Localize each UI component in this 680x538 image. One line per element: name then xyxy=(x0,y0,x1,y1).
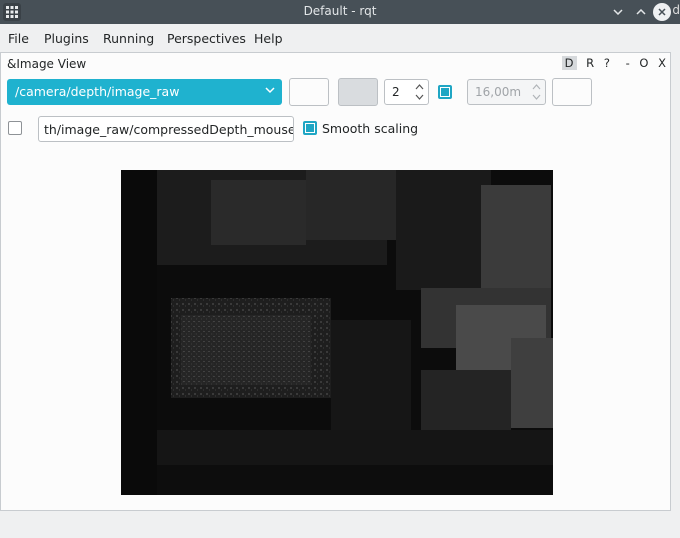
window-titlebar: Default - rqt d xyxy=(0,0,680,24)
dock-title: &Image View xyxy=(7,57,87,71)
save-image-button[interactable] xyxy=(552,78,592,106)
image-view-dock: &Image View D R ? - O X /camera/depth/im… xyxy=(0,52,671,511)
dock-minimize-button[interactable]: - xyxy=(626,56,630,70)
minimize-icon[interactable] xyxy=(608,2,628,22)
max-range-value: 16,00m xyxy=(475,85,522,99)
rotation-spinbox[interactable]: 2 xyxy=(384,79,429,105)
spin-arrows-icon xyxy=(532,81,541,107)
status-strip xyxy=(0,512,680,538)
window-title: Default - rqt xyxy=(303,4,377,18)
depth-image-display[interactable] xyxy=(121,170,553,495)
zoom-button[interactable] xyxy=(338,78,378,106)
dock-d-button[interactable]: D xyxy=(561,56,577,70)
rotation-spinbox-value: 2 xyxy=(392,85,400,99)
publish-click-checkbox[interactable] xyxy=(8,121,22,135)
dock-help-button[interactable]: ? xyxy=(604,56,610,70)
menu-file[interactable]: File xyxy=(8,31,29,46)
refresh-topics-button[interactable] xyxy=(289,78,329,106)
topic-combobox-value: /camera/depth/image_raw xyxy=(15,84,180,99)
maximize-icon[interactable] xyxy=(631,2,651,22)
dock-reload-button[interactable]: R xyxy=(586,56,594,70)
menu-perspectives[interactable]: Perspectives xyxy=(167,31,246,46)
max-range-spinbox[interactable]: 16,00m xyxy=(467,79,546,105)
dock-options-button[interactable]: O xyxy=(639,56,648,70)
smooth-scaling-label: Smooth scaling xyxy=(322,121,419,136)
menu-plugins[interactable]: Plugins xyxy=(44,31,89,46)
dock-close-button[interactable]: X xyxy=(658,56,666,70)
menu-help[interactable]: Help xyxy=(254,31,283,46)
depth-image xyxy=(121,170,553,495)
chevron-down-icon xyxy=(265,84,275,99)
spin-arrows-icon[interactable] xyxy=(415,81,424,107)
dynamic-range-checkbox[interactable] xyxy=(438,85,452,99)
menu-running[interactable]: Running xyxy=(103,31,154,46)
smooth-scaling-checkbox[interactable] xyxy=(303,121,317,135)
mouse-topic-field[interactable]: th/image_raw/compressedDepth_mouse_left xyxy=(38,116,294,142)
topic-combobox[interactable]: /camera/depth/image_raw xyxy=(7,79,282,105)
menu-bar: File Plugins Running Perspectives Help xyxy=(0,24,680,52)
dock-controls: D R ? - O X xyxy=(561,56,666,70)
close-window-icon[interactable] xyxy=(653,3,671,21)
edge-letter: d xyxy=(672,3,680,17)
